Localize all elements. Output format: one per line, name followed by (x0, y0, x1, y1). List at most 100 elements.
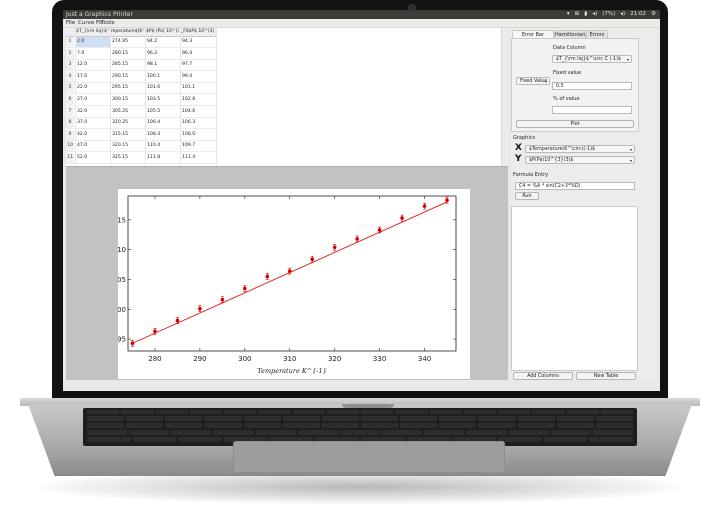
table-cell[interactable]: 108.4 (146, 130, 181, 140)
add-columns-button[interactable]: Add Columns (513, 372, 573, 380)
row-number[interactable]: 3 (66, 60, 74, 71)
x-column-select[interactable]: $Temperature(K^\circ)(-1)$ ▾ (525, 145, 635, 153)
table-cell[interactable]: 101.6 (146, 83, 181, 93)
y-column-select[interactable]: $P(Pa)10^{3}(3)$ ▾ (525, 156, 635, 164)
row-number[interactable]: 1 (66, 37, 74, 47)
table-row[interactable]: 6 27.0 300.15 103.5 102.8 (66, 95, 216, 106)
table-cell[interactable]: 97.7 (181, 60, 216, 70)
row-number[interactable]: 6 (66, 95, 74, 105)
column-header[interactable]: $T_{\rm liq}$^\circ C (-1 (76, 28, 109, 36)
data-column-select[interactable]: $T_{\rm liq}$^\circ C (-1)$ ▾ (552, 55, 632, 63)
table-row[interactable]: 4 17.0 290.15 100.1 99.4 (66, 71, 216, 83)
table-cell[interactable]: 96.2 (146, 49, 181, 59)
table-cell[interactable]: 285.15 (111, 60, 146, 70)
tray-item[interactable]: ⊞ (575, 10, 580, 19)
table-cell[interactable]: 305.25 (111, 107, 146, 117)
row-number[interactable]: 11 (66, 153, 74, 163)
clock[interactable]: 21:02 (630, 10, 646, 19)
menu-curve-fit[interactable]: Curve Fit (78, 19, 102, 27)
table-cell[interactable]: 100.1 (146, 72, 181, 82)
table-cell[interactable]: 106.4 (146, 118, 181, 128)
table-cell[interactable]: 52.0 (76, 153, 111, 163)
fixed-value-input[interactable]: 0.5 (552, 82, 632, 90)
table-row[interactable]: 10 47.0 320.15 110.4 109.7 (66, 141, 216, 153)
menu-tools[interactable]: Tools (101, 19, 115, 27)
table-cell[interactable]: 102.8 (181, 95, 216, 105)
tray-item[interactable]: ◂) (620, 10, 625, 19)
row-number[interactable]: 2 (66, 48, 74, 59)
table-row[interactable]: 5 22.0 295.15 101.6 101.1 (66, 83, 216, 95)
tray-item[interactable]: ◂) (592, 10, 597, 19)
table-row[interactable]: 7 32.0 305.25 105.5 104.6 (66, 106, 216, 118)
table-row[interactable]: 1 2.0 274.95 94.2 94.3 (66, 37, 216, 48)
table-cell[interactable]: 280.15 (111, 49, 146, 59)
row-number[interactable]: 8 (66, 118, 74, 129)
table-cell[interactable]: 103.5 (146, 95, 181, 105)
row-number[interactable]: 9 (66, 129, 74, 140)
table-cell[interactable]: 300.15 (111, 95, 146, 105)
data-point (422, 204, 427, 208)
column-header[interactable]: _Fit$P$ 10^(3) (181, 28, 216, 36)
column-header[interactable]: $P$ (Pa) 10^(3)$ (146, 28, 179, 36)
table-cell[interactable]: 105.5 (146, 107, 181, 117)
table-cell[interactable]: 12.0 (76, 60, 111, 70)
table-cell[interactable]: 99.4 (181, 72, 216, 82)
table-cell[interactable]: 310.25 (111, 118, 146, 128)
percent-input[interactable] (552, 106, 632, 114)
table-cell[interactable]: 98.1 (146, 60, 181, 70)
menu-file[interactable]: File (66, 19, 75, 27)
table-scrollbar[interactable] (501, 28, 508, 166)
table-cell[interactable]: 22.0 (76, 83, 111, 93)
table-cell[interactable]: 325.15 (111, 153, 146, 163)
table-cell[interactable]: 7.0 (76, 49, 111, 59)
battery-indicator[interactable]: (7%) (602, 10, 615, 19)
keyboard-key (429, 410, 462, 414)
table-cell[interactable]: 96.4 (181, 49, 216, 59)
right-pane: Error Bar Settings Hamiltonian Errors Da… (511, 28, 658, 380)
table-cell[interactable]: 315.15 (111, 130, 146, 140)
table-cell[interactable]: 27.0 (76, 95, 111, 105)
table-cell[interactable]: 42.0 (76, 130, 111, 140)
column-header[interactable]: mperature$(K^\circ) (111, 28, 144, 36)
table-cell[interactable]: 94.2 (146, 37, 181, 47)
keyboard-key (424, 430, 465, 435)
table-row[interactable]: 8 37.0 310.25 106.4 106.3 (66, 118, 216, 130)
table-row[interactable]: 3 12.0 285.15 98.1 97.7 (66, 60, 216, 72)
table-cell[interactable]: 17.0 (76, 72, 111, 82)
output-list[interactable] (511, 206, 638, 371)
table-cell[interactable]: 295.15 (111, 83, 146, 93)
run-button[interactable]: Run (515, 192, 539, 200)
row-number[interactable]: 4 (66, 71, 74, 82)
table-cell[interactable]: 104.6 (181, 107, 216, 117)
row-number[interactable]: 7 (66, 106, 74, 117)
table-cell[interactable]: 320.15 (111, 141, 146, 151)
tray-item[interactable]: ▾ (567, 10, 570, 19)
table-cell[interactable]: 274.95 (111, 37, 146, 47)
table-cell[interactable]: 110.4 (146, 141, 181, 151)
table-cell[interactable]: 111.8 (146, 153, 181, 163)
row-number[interactable]: 10 (66, 141, 74, 152)
table-cell[interactable]: 2.0 (76, 37, 111, 47)
table-cell[interactable]: 109.7 (181, 141, 216, 151)
table-row[interactable]: 9 42.0 315.15 108.4 108.0 (66, 129, 216, 141)
plot-button[interactable]: Plot (516, 120, 634, 128)
table-cell[interactable]: 111.4 (181, 153, 216, 163)
table-cell[interactable]: 106.3 (181, 118, 216, 128)
table-cell[interactable]: 94.3 (181, 37, 216, 47)
table-row[interactable]: 11 52.0 325.15 111.8 111.4 (66, 153, 216, 164)
chevron-down-icon: ▾ (629, 158, 632, 163)
table-cell[interactable]: 32.0 (76, 107, 111, 117)
touchpad[interactable] (233, 441, 505, 473)
gear-icon[interactable]: ⚙ (651, 10, 656, 19)
formula-input[interactable]: C4 = %A * sin(C2+3*%D) (515, 182, 635, 190)
table-cell[interactable]: 37.0 (76, 118, 111, 128)
table-row[interactable]: 2 7.0 280.15 96.2 96.4 (66, 48, 216, 60)
tray-item[interactable]: ▮ (584, 10, 587, 19)
table-cell[interactable]: 290.15 (111, 72, 146, 82)
error-mode-select[interactable]: Fixed Value ▾ (516, 77, 550, 85)
new-table-button[interactable]: New Table (576, 372, 636, 380)
row-number[interactable]: 5 (66, 83, 74, 94)
table-cell[interactable]: 101.1 (181, 83, 216, 93)
table-cell[interactable]: 47.0 (76, 141, 111, 151)
table-cell[interactable]: 108.0 (181, 130, 216, 140)
